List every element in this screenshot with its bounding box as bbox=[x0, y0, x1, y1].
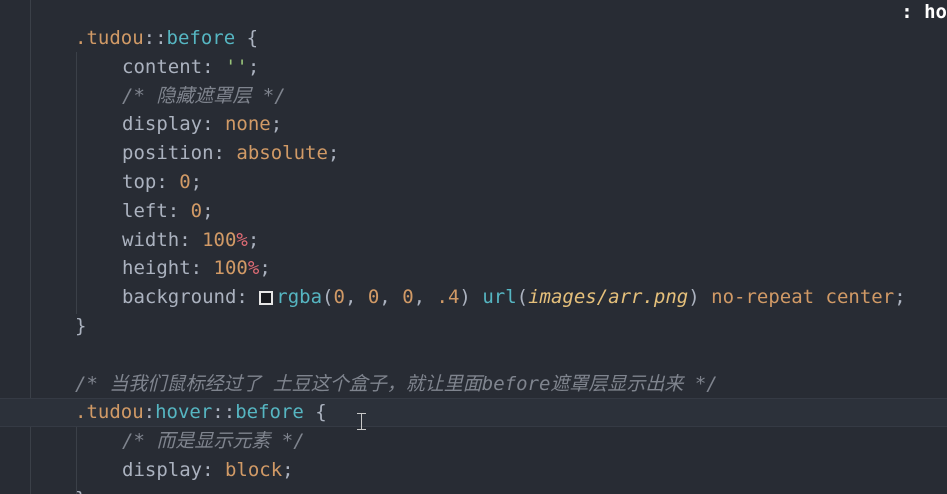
code-token: : bbox=[236, 286, 260, 309]
code-token: : bbox=[190, 257, 214, 280]
indent-guide-2 bbox=[76, 426, 77, 494]
code-token: ( bbox=[516, 286, 529, 309]
text-cursor-icon bbox=[357, 413, 366, 430]
code-line[interactable]: .tudou::before { bbox=[75, 24, 258, 53]
code-token: ) bbox=[459, 286, 483, 309]
indent-guide-1 bbox=[76, 52, 77, 314]
code-token: 0 bbox=[179, 171, 191, 193]
code-token: % bbox=[247, 257, 260, 280]
code-token: /* 当我们鼠标经过了 土豆这个盒子，就让里面before遮罩层显示出来 */ bbox=[75, 372, 718, 395]
code-token: content bbox=[122, 55, 203, 78]
code-line[interactable]: /* 而是显示元素 */ bbox=[122, 427, 305, 456]
code-line[interactable]: } bbox=[75, 312, 86, 341]
code-token: .4 bbox=[436, 286, 460, 309]
code-token: : bbox=[202, 113, 225, 136]
code-token: ( bbox=[322, 286, 334, 309]
code-line[interactable]: .tudou:hover::before { bbox=[75, 398, 327, 427]
code-token: , bbox=[413, 286, 437, 309]
code-token: top bbox=[122, 171, 157, 193]
code-token: : bbox=[179, 228, 203, 251]
code-token: 0 bbox=[333, 286, 345, 309]
code-token: } bbox=[75, 315, 87, 337]
code-token: ; bbox=[202, 199, 214, 222]
code-token: : bbox=[156, 171, 180, 193]
code-token: : bbox=[143, 401, 156, 424]
code-token: 0 bbox=[367, 286, 380, 309]
code-token: background bbox=[122, 286, 237, 309]
color-swatch-icon[interactable] bbox=[259, 291, 274, 306]
code-token: .tudou bbox=[75, 27, 144, 49]
code-line[interactable]: display: none; bbox=[122, 110, 282, 139]
code-token: before bbox=[166, 27, 236, 49]
code-token: ; bbox=[282, 459, 294, 481]
top-right-text: : ho bbox=[901, 1, 947, 23]
code-line[interactable]: background: rgba(0, 0, 0, .4) url(images… bbox=[122, 283, 906, 312]
code-token: left bbox=[122, 199, 168, 222]
code-token: position bbox=[122, 142, 214, 165]
code-token: before bbox=[235, 401, 304, 424]
code-token: , bbox=[344, 286, 368, 309]
code-token: block bbox=[224, 459, 283, 481]
code-token: { bbox=[235, 27, 259, 49]
code-token: ; bbox=[259, 257, 271, 280]
code-line[interactable]: display: block; bbox=[122, 456, 294, 485]
code-token: ; bbox=[190, 171, 203, 193]
code-token: width bbox=[122, 228, 180, 251]
code-token: /* 隐藏遮罩层 */ bbox=[122, 84, 286, 107]
code-token: url bbox=[482, 286, 517, 309]
code-token: :: bbox=[143, 27, 167, 49]
code-token: height bbox=[122, 257, 191, 280]
code-token: ; bbox=[327, 142, 340, 165]
code-token: /* 而是显示元素 */ bbox=[122, 430, 305, 453]
code-editor[interactable]: .tudou::before {content: '';/* 隐藏遮罩层 */d… bbox=[0, 0, 947, 494]
code-token: ; bbox=[270, 113, 283, 136]
code-line[interactable]: position: absolute; bbox=[122, 139, 339, 168]
code-token: display bbox=[122, 113, 203, 136]
code-line[interactable]: left: 0; bbox=[122, 197, 214, 226]
code-line[interactable]: /* 隐藏遮罩层 */ bbox=[122, 82, 286, 111]
code-line[interactable]: /* 当我们鼠标经过了 土豆这个盒子，就让里面before遮罩层显示出来 */ bbox=[75, 370, 718, 399]
code-token: , bbox=[379, 286, 403, 309]
code-token: none bbox=[224, 113, 271, 136]
code-token: : bbox=[167, 199, 191, 222]
code-line[interactable]: height: 100%; bbox=[122, 254, 271, 283]
code-line[interactable]: width: 100%; bbox=[122, 226, 259, 255]
code-token: % bbox=[236, 228, 248, 251]
code-token: : bbox=[213, 142, 237, 165]
code-token: absolute bbox=[236, 142, 328, 165]
code-token: ) bbox=[688, 286, 712, 309]
code-token: hover bbox=[155, 401, 213, 424]
code-token: : bbox=[202, 459, 225, 481]
code-token: :: bbox=[212, 401, 236, 424]
code-token: ; bbox=[247, 55, 260, 78]
code-token: no-repeat bbox=[711, 286, 815, 309]
code-token: .tudou bbox=[75, 401, 144, 424]
code-token: display bbox=[122, 459, 203, 481]
code-line[interactable]: content: ''; bbox=[122, 53, 259, 82]
code-token: } bbox=[75, 488, 86, 494]
code-token: rgba bbox=[276, 286, 323, 309]
code-token: 100 bbox=[213, 257, 248, 280]
code-line[interactable]: } bbox=[75, 485, 86, 494]
code-token: ; bbox=[894, 286, 906, 309]
code-token: ; bbox=[247, 228, 260, 251]
code-token: 100 bbox=[202, 228, 237, 251]
code-line[interactable]: top: 0; bbox=[122, 168, 202, 197]
code-token: images/arr.png bbox=[528, 286, 689, 309]
code-token: center bbox=[825, 286, 895, 309]
code-token: '' bbox=[224, 55, 248, 78]
code-token: : bbox=[202, 55, 225, 78]
code-token: 0 bbox=[402, 286, 414, 309]
code-token: { bbox=[303, 401, 327, 424]
code-token: 0 bbox=[190, 199, 203, 222]
